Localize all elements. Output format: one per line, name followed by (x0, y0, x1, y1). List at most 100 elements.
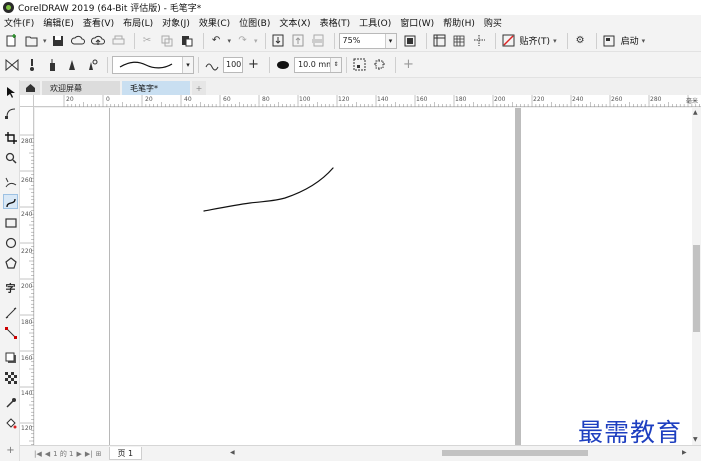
full-screen-icon[interactable] (402, 32, 419, 49)
add-tool-plus-icon[interactable]: + (3, 443, 18, 458)
menu-edit[interactable]: 编辑(E) (43, 16, 74, 29)
brush-tool-icon[interactable] (23, 56, 40, 73)
undo-dropdown-icon[interactable]: ▾ (228, 37, 232, 45)
document-tabs: 欢迎屏幕 毛笔字* + (20, 80, 701, 95)
eyedropper-tool-icon[interactable] (3, 395, 18, 410)
cut-icon[interactable]: ✂ (139, 32, 156, 49)
freehand-tool-icon[interactable] (3, 175, 18, 190)
menu-layout[interactable]: 布局(L) (123, 16, 153, 29)
copy-icon[interactable] (159, 32, 176, 49)
vertical-ruler[interactable]: 280 260 240 220 200 180 160 140 120 (20, 107, 34, 445)
page-next-icon[interactable]: ▶ (77, 450, 82, 458)
show-rulers-icon[interactable] (431, 32, 448, 49)
ruler-label: 120 (21, 425, 33, 432)
launch-dropdown-icon[interactable]: ▾ (642, 37, 646, 45)
parallel-dimension-tool-icon[interactable] (3, 305, 18, 320)
scroll-left-icon[interactable]: ◀ (230, 449, 235, 456)
scroll-down-icon[interactable]: ▼ (693, 436, 698, 443)
import-icon[interactable] (270, 32, 287, 49)
sprayer-icon[interactable] (43, 56, 60, 73)
paste-icon[interactable] (179, 32, 196, 49)
transparency-tool-icon[interactable] (3, 370, 18, 385)
connector-tool-icon[interactable] (3, 325, 18, 340)
new-document-icon[interactable] (3, 32, 20, 49)
pressure-icon[interactable] (83, 56, 100, 73)
scroll-up-icon[interactable]: ▲ (693, 109, 698, 116)
shape-tool-icon[interactable] (3, 105, 18, 120)
redo-icon[interactable]: ↷ (234, 32, 251, 49)
export-icon[interactable] (290, 32, 307, 49)
menu-file[interactable]: 文件(F) (4, 16, 34, 29)
launch-label[interactable]: 启动 (621, 34, 639, 47)
add-page-icon[interactable]: ⊞ (96, 450, 102, 458)
publish-pdf-icon[interactable] (310, 32, 327, 49)
menu-window[interactable]: 窗口(W) (400, 16, 434, 29)
save-icon[interactable] (50, 32, 67, 49)
show-guidelines-icon[interactable] (471, 32, 488, 49)
open-dropdown-icon[interactable]: ▾ (43, 37, 47, 45)
menu-view[interactable]: 查看(V) (83, 16, 114, 29)
open-folder-icon[interactable] (23, 32, 40, 49)
undo-icon[interactable]: ↶ (208, 32, 225, 49)
artistic-media-tool-icon[interactable] (3, 194, 18, 209)
spinner-icon[interactable]: ⇕ (330, 57, 341, 72)
rectangle-tool-icon[interactable] (3, 215, 18, 230)
horizontal-scrollbar-thumb[interactable] (442, 450, 588, 456)
drop-shadow-tool-icon[interactable] (3, 350, 18, 365)
horizontal-ruler-ticks (63, 95, 700, 107)
options-gear-icon[interactable]: ⚙ (572, 32, 589, 49)
freehand-smoothing-icon[interactable] (203, 56, 220, 73)
menu-tools[interactable]: 工具(O) (359, 16, 391, 29)
horizontal-ruler[interactable]: 20 0 20 40 60 80 100 120 140 160 180 200… (34, 95, 701, 107)
brush-stroke[interactable] (203, 167, 334, 212)
ruler-origin[interactable] (20, 95, 34, 107)
menu-text[interactable]: 文本(X) (279, 16, 310, 29)
vertical-scrollbar-thumb[interactable] (693, 245, 700, 332)
preset-brush-icon[interactable] (3, 56, 20, 73)
calligraphic-icon[interactable] (63, 56, 80, 73)
new-tab-plus-icon[interactable]: + (192, 81, 206, 95)
menu-bitmaps[interactable]: 位图(B) (239, 16, 270, 29)
interactive-fill-tool-icon[interactable] (3, 415, 18, 430)
print-icon[interactable] (110, 32, 127, 49)
stroke-width-input[interactable]: 10.0 mm ⇕ (294, 56, 342, 73)
stroke-preset-select[interactable]: ▾ (112, 55, 194, 74)
polygon-tool-icon[interactable] (3, 255, 18, 270)
snap-dropdown-icon[interactable]: ▾ (553, 37, 557, 45)
page-tab-1[interactable]: 页 1 (108, 447, 143, 460)
show-grid-icon[interactable] (451, 32, 468, 49)
plus-icon[interactable]: + (245, 56, 262, 73)
launch-app-icon[interactable] (601, 32, 618, 49)
stroke-width-icon[interactable] (274, 56, 291, 73)
horizontal-scrollbar[interactable]: ◀ ▶ (230, 449, 690, 457)
scroll-right-icon[interactable]: ▶ (682, 449, 687, 456)
crop-tool-icon[interactable] (3, 130, 18, 145)
pick-tool-icon[interactable] (3, 84, 18, 99)
snap-off-icon[interactable] (500, 32, 517, 49)
drawing-canvas[interactable] (35, 108, 692, 445)
ellipse-tool-icon[interactable] (3, 235, 18, 250)
zoom-tool-icon[interactable] (3, 150, 18, 165)
object-scale-icon[interactable] (351, 56, 368, 73)
tab-document[interactable]: 毛笔字* (122, 81, 190, 95)
tab-welcome-screen[interactable]: 欢迎屏幕 (42, 81, 120, 95)
add-toolbar-plus-icon[interactable]: + (400, 56, 417, 73)
page-prev-icon[interactable]: ◀ (45, 450, 50, 458)
menu-buy[interactable]: 购买 (484, 16, 502, 29)
vertical-scrollbar[interactable]: ▲ ▼ (692, 108, 701, 445)
menu-table[interactable]: 表格(T) (320, 16, 351, 29)
menu-object[interactable]: 对象(J) (162, 16, 190, 29)
page-last-icon[interactable]: ▶| (85, 450, 93, 458)
edge-mode-icon[interactable] (371, 56, 388, 73)
snap-to-label[interactable]: 贴齐(T) (520, 34, 551, 47)
cloud-upload-icon[interactable] (90, 32, 107, 49)
text-tool-icon[interactable]: 字 (3, 280, 18, 295)
redo-dropdown-icon[interactable]: ▾ (254, 37, 258, 45)
home-icon[interactable] (20, 81, 40, 95)
zoom-level-select[interactable]: 75% ▾ (338, 32, 397, 49)
menu-help[interactable]: 帮助(H) (443, 16, 475, 29)
page-first-icon[interactable]: |◀ (34, 450, 42, 458)
menu-effects[interactable]: 效果(C) (199, 16, 230, 29)
smoothing-input[interactable]: 100 (223, 56, 243, 73)
cloud-download-icon[interactable] (70, 32, 87, 49)
